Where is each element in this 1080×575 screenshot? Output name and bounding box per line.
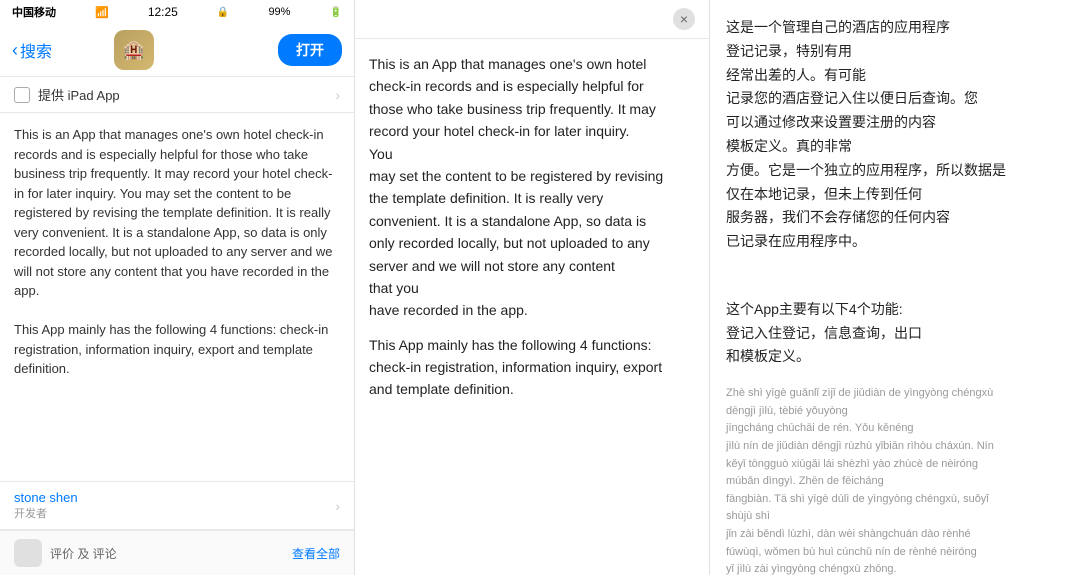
and-template-text: and template definition.: [369, 381, 514, 397]
close-icon: ×: [680, 11, 688, 27]
battery-label: 99%: [268, 6, 290, 18]
developer-name: stone shen: [14, 490, 335, 505]
open-button[interactable]: 打开: [278, 34, 342, 66]
carrier-label: 中国移动: [12, 4, 56, 20]
left-panel: 中国移动 📶 12:25 🔒 99% 🔋 ‹ 搜索 🏨 打开 提供 iPad A…: [0, 0, 355, 575]
ipad-label: 提供 iPad App: [38, 85, 327, 104]
chinese-description: 这是一个管理自己的酒店的应用程序 登记记录，特别有用 经常出差的人。有可能 记录…: [726, 16, 1064, 254]
lock-icon: 🔒: [217, 7, 229, 18]
middle-panel: × This is an App that manages one's own …: [355, 0, 710, 575]
middle-para-1: This is an App that manages one's own ho…: [369, 53, 695, 322]
review-bar: 评价 及 评论 查看全部: [0, 530, 354, 575]
server-text: server and we will not store any content: [369, 258, 615, 274]
developer-chevron-icon: ›: [335, 498, 340, 514]
app-description: This is an App that manages one's own ho…: [0, 113, 354, 481]
battery-icon: 🔋: [330, 7, 342, 18]
app-icon-symbol: 🏨: [123, 40, 145, 61]
middle-para-2: This App mainly has the following 4 func…: [369, 334, 695, 401]
developer-role: 开发者: [14, 505, 335, 521]
you-highlight: You: [369, 146, 393, 162]
time-label: 12:25: [148, 5, 178, 19]
wifi-icon: 📶: [95, 6, 109, 19]
that-you-text: that you: [369, 280, 419, 296]
chinese-main-text: 这是一个管理自己的酒店的应用程序 登记记录，特别有用 经常出差的人。有可能 记录…: [726, 19, 1006, 249]
back-button[interactable]: ‹ 搜索: [12, 38, 52, 62]
app-icon: 🏨: [114, 30, 154, 70]
developer-info: stone shen 开发者: [14, 490, 335, 521]
back-label: 搜索: [20, 38, 52, 62]
revising-text: revising: [615, 168, 663, 184]
review-action[interactable]: 查看全部: [292, 545, 340, 562]
pinyin-text: Zhè shì yīgè guǎnlǐ zìjǐ de jiǔdiàn de y…: [726, 385, 1064, 575]
developer-row[interactable]: stone shen 开发者 ›: [0, 481, 354, 530]
status-bar: 中国移动 📶 12:25 🔒 99% 🔋: [0, 0, 354, 24]
middle-header: ×: [355, 0, 709, 39]
nav-bar: ‹ 搜索 🏨 打开: [0, 24, 354, 77]
chinese-functions-text: 这个App主要有以下4个功能: 登记入住登记，信息查询，出口 和模板定义。: [726, 301, 922, 365]
description-text: This is an App that manages one's own ho…: [14, 127, 332, 376]
review-icon: [14, 539, 42, 567]
review-text: 评价 及 评论: [50, 545, 292, 562]
pinyin-content: Zhè shì yīgè guǎnlǐ zìjǐ de jiǔdiàn de y…: [726, 387, 994, 575]
right-panel: 这是一个管理自己的酒店的应用程序 登记记录，特别有用 经常出差的人。有可能 记录…: [710, 0, 1080, 575]
middle-content: This is an App that manages one's own ho…: [355, 39, 709, 575]
ipad-row[interactable]: 提供 iPad App ›: [0, 77, 354, 113]
back-chevron-icon: ‹: [12, 40, 18, 61]
chinese-functions: 这个App主要有以下4个功能: 登记入住登记，信息查询，出口 和模板定义。: [726, 274, 1064, 369]
close-button[interactable]: ×: [673, 8, 695, 30]
chevron-right-icon: ›: [335, 87, 340, 103]
ipad-checkbox[interactable]: [14, 87, 30, 103]
